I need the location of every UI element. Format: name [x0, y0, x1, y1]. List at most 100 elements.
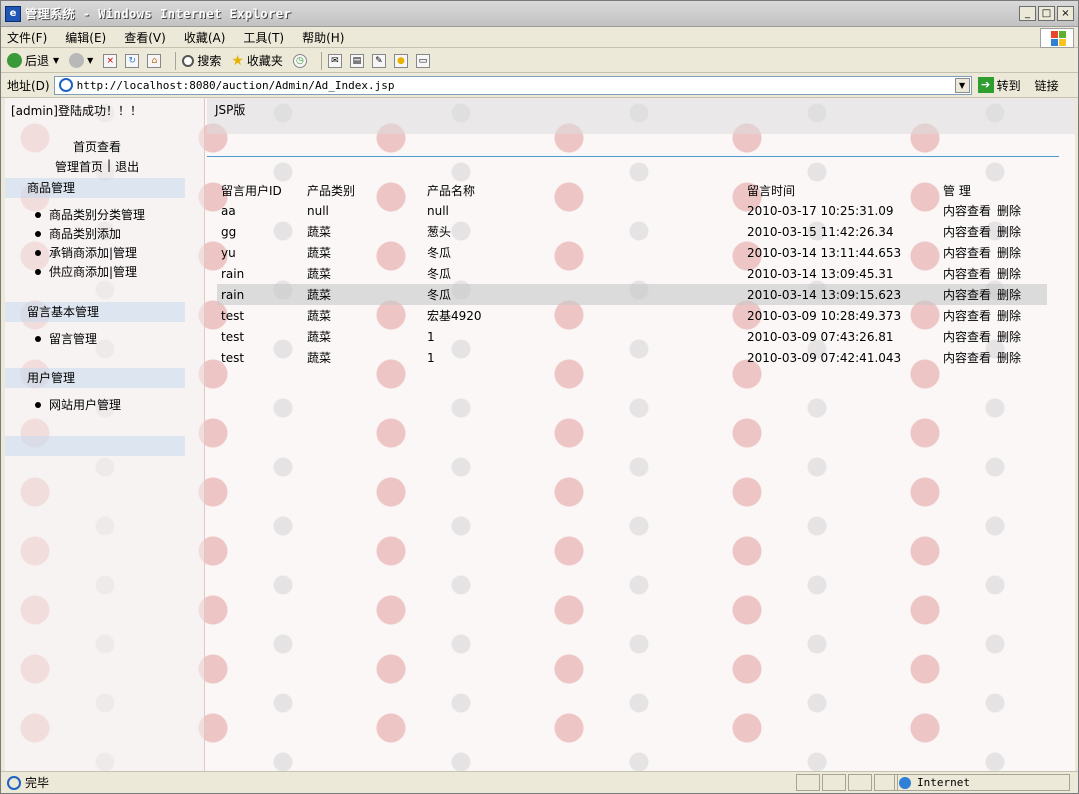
- view-content-link[interactable]: 内容查看: [943, 351, 991, 365]
- sidebar-item-label: 供应商添加|管理: [49, 265, 138, 279]
- discuss-icon[interactable]: ▭: [415, 53, 430, 68]
- history-icon[interactable]: ◷: [292, 53, 307, 68]
- menu-view[interactable]: 查看(V): [124, 29, 166, 46]
- delete-link[interactable]: 删除: [997, 330, 1021, 344]
- cell-user-id: test: [221, 350, 245, 365]
- security-zone[interactable]: Internet: [894, 774, 1070, 791]
- cell-time: 2010-03-14 13:09:45.31: [747, 266, 894, 281]
- admin-links: 管理首页 | 退出: [55, 158, 143, 175]
- sidebar-item-supplier[interactable]: 供应商添加|管理: [35, 263, 137, 280]
- maximize-button[interactable]: □: [1038, 6, 1055, 21]
- menu-tools[interactable]: 工具(T): [243, 29, 284, 46]
- stop-icon[interactable]: ×: [103, 53, 118, 68]
- cell-product: null: [427, 203, 449, 218]
- table-row: test 蔬菜 宏基4920 2010-03-09 10:28:49.373 内容查看删…: [217, 305, 1047, 326]
- sidebar-section-messages: 留言基本管理: [5, 302, 185, 322]
- cell-category: 蔬菜: [307, 351, 332, 365]
- menu-favorites[interactable]: 收藏(A): [184, 29, 226, 46]
- messenger-icon[interactable]: ●: [393, 53, 408, 68]
- ie-page-icon: [58, 78, 73, 92]
- cell-category: 蔬菜: [307, 309, 332, 323]
- col-category: 产品类别: [307, 183, 356, 198]
- app-icon: e: [5, 5, 21, 22]
- home-view-link[interactable]: 首页查看: [73, 138, 121, 155]
- favorites-button[interactable]: ★ 收藏夹: [231, 52, 283, 69]
- bullet-icon: [35, 211, 41, 218]
- cell-product: 冬瓜: [427, 246, 452, 260]
- menu-file[interactable]: 文件(F): [7, 29, 47, 46]
- cell-user-id: test: [221, 308, 245, 323]
- menu-help[interactable]: 帮助(H): [302, 29, 344, 46]
- delete-link[interactable]: 删除: [997, 288, 1021, 302]
- back-dropdown-icon[interactable]: ▼: [53, 56, 59, 65]
- logout-link[interactable]: 退出: [115, 158, 139, 175]
- sidebar-item-category-add[interactable]: 商品类别添加: [35, 225, 121, 242]
- delete-link[interactable]: 删除: [997, 267, 1021, 281]
- links-button[interactable]: 链接: [1035, 77, 1059, 94]
- cell-product: 冬瓜: [427, 267, 452, 281]
- cell-user-id: rain: [221, 266, 245, 281]
- delete-link[interactable]: 删除: [997, 204, 1021, 218]
- delete-link[interactable]: 删除: [997, 309, 1021, 323]
- admin-home-link[interactable]: 管理首页: [55, 158, 103, 175]
- address-dropdown-icon[interactable]: ▼: [954, 77, 970, 93]
- table-row: test 蔬菜 1 2010-03-09 07:43:26.81 内容查看 删除: [217, 326, 1047, 347]
- sidebar-section-products: 商品管理: [5, 178, 185, 198]
- search-icon: [182, 54, 195, 67]
- cell-user-id: gg: [221, 224, 237, 239]
- cell-user-id: yu: [221, 245, 236, 260]
- bullet-icon: [35, 230, 41, 237]
- sidebar-item-category-manage[interactable]: 商品类别分类管理: [35, 206, 145, 223]
- cell-time: 2010-03-09 07:43:26.81: [747, 329, 894, 344]
- cell-user-id: rain: [217, 284, 303, 305]
- edit-icon[interactable]: ✎: [371, 53, 386, 68]
- view-content-link[interactable]: 内容查看: [943, 204, 991, 218]
- status-pane: [822, 774, 846, 791]
- back-button[interactable]: 后退 ▼: [7, 52, 59, 69]
- view-content-link[interactable]: 内容查看: [943, 330, 991, 344]
- ie-status-icon: [7, 775, 21, 790]
- table-row: test 蔬菜 1 2010-03-09 07:42:41.043 内容查看 删除: [217, 347, 1047, 368]
- delete-link[interactable]: 删除: [997, 351, 1021, 365]
- view-content-link[interactable]: 内容查看: [943, 267, 991, 281]
- sidebar-item-distributor[interactable]: 承销商添加|管理: [35, 244, 137, 261]
- message-table: 留言用户ID 产品类别 产品名称 留言时间 管 理 aa null null 2010…: [217, 180, 1047, 368]
- bullet-icon: [35, 335, 41, 342]
- sidebar-item-message-manage[interactable]: 留言管理: [35, 330, 97, 347]
- minimize-button[interactable]: _: [1019, 6, 1036, 21]
- view-content-link[interactable]: 内容查看: [943, 288, 991, 302]
- address-label: 地址(D): [7, 78, 50, 93]
- bullet-icon: [35, 268, 41, 275]
- go-arrow-icon: ➔: [977, 77, 994, 93]
- menu-edit[interactable]: 编辑(E): [65, 29, 106, 46]
- cell-actions: 内容查看 删除: [939, 326, 1047, 347]
- status-text: 完毕: [25, 776, 50, 790]
- address-input[interactable]: [76, 78, 957, 92]
- view-content-link[interactable]: 内容查看: [943, 225, 991, 239]
- sidebar: [admin]登陆成功！！！ 首页查看 管理首页 | 退出 商品管理 商品类别分…: [5, 98, 205, 771]
- delete-link[interactable]: 删除: [997, 225, 1021, 239]
- sidebar-item-site-users[interactable]: 网站用户管理: [35, 396, 121, 413]
- go-button[interactable]: ➔ 转到: [977, 77, 1021, 94]
- forward-button[interactable]: ▼: [69, 53, 93, 68]
- cell-actions: 内容查看 删除: [939, 221, 1047, 242]
- view-content-link[interactable]: 内容查看: [943, 246, 991, 260]
- cell-category: 蔬菜: [303, 284, 423, 305]
- mail-icon[interactable]: ✉: [327, 53, 342, 68]
- star-icon: ★: [231, 52, 244, 69]
- search-button[interactable]: 搜索: [182, 52, 221, 69]
- sidebar-section-users: 用户管理: [5, 368, 185, 388]
- table-row: yu 蔬菜 冬瓜 2010-03-14 13:11:44.653 内容查看 删除: [217, 242, 1047, 263]
- home-icon[interactable]: ⌂: [147, 53, 162, 68]
- cell-time: 2010-03-09 10:28:49.373: [747, 308, 902, 323]
- close-button[interactable]: ×: [1057, 6, 1074, 21]
- refresh-icon[interactable]: ↻: [125, 53, 140, 68]
- delete-link[interactable]: 删除: [997, 246, 1021, 260]
- forward-dropdown-icon[interactable]: ▼: [87, 56, 93, 65]
- title-bar[interactable]: e 管理系统 - Windows Internet Explorer _ □ ×: [1, 1, 1078, 27]
- sidebar-item-label: 承销商添加|管理: [49, 246, 138, 260]
- print-icon[interactable]: ▤: [349, 53, 364, 68]
- view-content-link[interactable]: 内容查看: [943, 309, 991, 323]
- cell-time: 2010-03-09 07:42:41.043: [747, 350, 902, 365]
- windows-logo-icon: [1040, 28, 1074, 48]
